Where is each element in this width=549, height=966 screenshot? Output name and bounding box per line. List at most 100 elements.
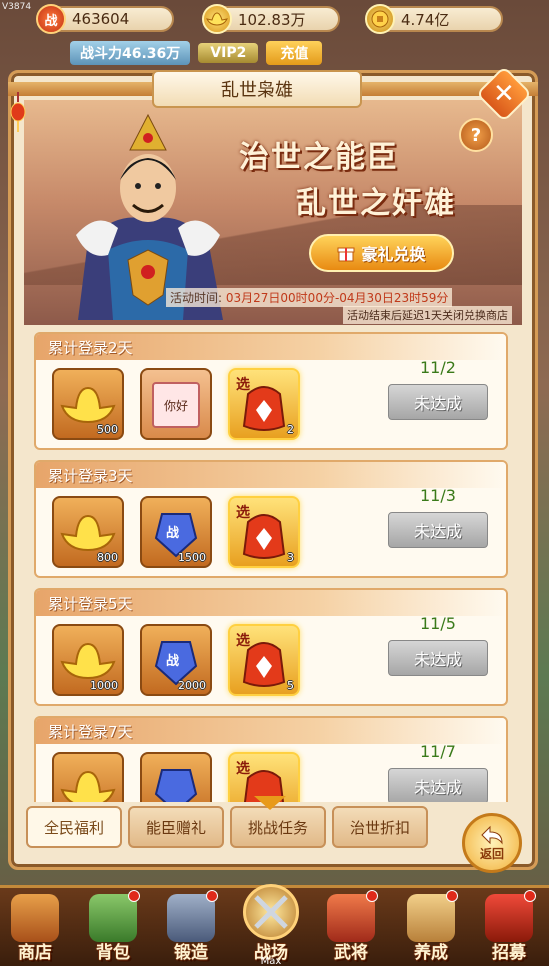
close-icon: ✕ xyxy=(493,78,515,109)
backpack-icon xyxy=(89,894,137,942)
event-time-label: 活动时间: xyxy=(170,291,223,305)
reward-progress: 11/3 xyxy=(420,486,456,505)
claim-button[interactable]: 未达成 xyxy=(388,768,488,802)
tab-minister-gift[interactable]: 能臣赠礼 xyxy=(128,806,224,848)
notification-dot xyxy=(128,890,140,902)
training-icon xyxy=(407,894,455,942)
reward-card-title: 累计登录3天 xyxy=(36,462,506,488)
vip-badge[interactable]: VIP2 xyxy=(198,43,259,63)
gift-exchange-button[interactable]: 豪礼兑换 xyxy=(309,234,454,272)
reward-progress: 11/2 xyxy=(420,358,456,377)
coin-resource[interactable]: 4.74亿 xyxy=(365,4,503,34)
battle-value: 463604 xyxy=(72,10,130,28)
claim-button[interactable]: 未达成 xyxy=(388,640,488,676)
coin-value: 4.74亿 xyxy=(401,10,450,29)
gift-icon xyxy=(337,247,355,262)
item-count: 1500 xyxy=(178,551,206,564)
nav-shop[interactable]: 商店 xyxy=(2,888,68,966)
item-count: 3 xyxy=(287,551,294,564)
selection-bag-icon[interactable]: 选 3 xyxy=(228,496,300,568)
greeting-card-icon[interactable]: 你好 xyxy=(140,368,212,440)
battle-token-icon[interactable] xyxy=(140,752,212,802)
greeting-card-text: 你好 xyxy=(152,382,200,428)
nav-generals[interactable]: 武将 xyxy=(318,888,384,966)
battle-token-label: 战 xyxy=(166,654,180,669)
battle-icon: 战 xyxy=(36,4,66,34)
ingot-value: 102.83万 xyxy=(238,10,306,29)
return-arrow-icon xyxy=(481,825,503,845)
notification-dot xyxy=(206,890,218,902)
event-time-value: 03月27日00时00分-04月30日23时59分 xyxy=(225,291,449,305)
tab-universal-welfare[interactable]: 全民福利 xyxy=(26,806,122,848)
top-status-bar: V3874 战 463604 102.83万 4.74亿 xyxy=(0,0,549,38)
selection-bag-label: 选 xyxy=(236,633,250,649)
scroll-down-arrow-icon xyxy=(254,796,286,810)
item-count: 5 xyxy=(287,679,294,692)
reward-card: 累计登录7天 选 11/7 未达成 xyxy=(34,716,508,802)
selection-bag-label: 选 xyxy=(236,505,250,521)
dialog-title: 乱世枭雄 xyxy=(152,70,362,108)
reward-card: 累计登录3天 800 战 1500 选 3 11/3 未达成 xyxy=(34,460,508,578)
reward-progress: 11/5 xyxy=(420,614,456,633)
reward-card: 累计登录2天 500 你好 选 2 11/2 未达成 xyxy=(34,332,508,450)
reward-list[interactable]: 累计登录2天 500 你好 选 2 11/2 未达成 累计登录3天 800 战 … xyxy=(34,332,508,802)
recruit-icon xyxy=(485,894,533,942)
nav-label: 养成 xyxy=(414,943,448,963)
tab-governance-discount[interactable]: 治世折扣 xyxy=(332,806,428,848)
slogan-line-1: 治世之能臣 xyxy=(239,140,399,175)
version-label: V3874 xyxy=(2,2,32,12)
crossed-swords-icon xyxy=(243,884,299,940)
nav-training[interactable]: 养成 xyxy=(398,888,464,966)
gift-exchange-label: 豪礼兑换 xyxy=(361,245,426,264)
forge-icon xyxy=(167,894,215,942)
selection-bag-label: 选 xyxy=(236,377,250,393)
lantern-icon xyxy=(10,92,26,132)
nav-label: 招募 xyxy=(492,943,526,963)
battle-resource[interactable]: 战 463604 xyxy=(36,4,174,34)
gold-ingot-icon xyxy=(202,4,232,34)
gold-ingot-icon[interactable]: 500 xyxy=(52,368,124,440)
selection-bag-icon[interactable]: 选 2 xyxy=(228,368,300,440)
reward-card-title: 累计登录2天 xyxy=(36,334,506,360)
combat-power: 战斗力46.36万 xyxy=(70,41,191,65)
ingot-resource[interactable]: 102.83万 xyxy=(202,4,340,34)
nav-label: 背包 xyxy=(96,943,130,963)
nav-recruit[interactable]: 招募 xyxy=(476,888,542,966)
nav-label: 锻造 xyxy=(174,943,208,963)
notification-dot xyxy=(446,890,458,902)
reward-card-title: 累计登录5天 xyxy=(36,590,506,616)
reward-progress: 11/7 xyxy=(420,742,456,761)
gold-ingot-icon[interactable]: 800 xyxy=(52,496,124,568)
event-tabs: 全民福利 能臣赠礼 挑战任务 治世折扣 xyxy=(26,806,518,852)
tab-challenge-tasks[interactable]: 挑战任务 xyxy=(230,806,326,848)
nav-label: 商店 xyxy=(18,943,52,963)
nav-label: 武将 xyxy=(334,943,368,963)
max-label: Max xyxy=(260,956,282,966)
item-count: 2000 xyxy=(178,679,206,692)
gold-ingot-icon[interactable]: 1000 xyxy=(52,624,124,696)
notification-dot xyxy=(366,890,378,902)
slogan-line-2: 乱世之奸雄 xyxy=(296,186,456,221)
general-icon xyxy=(327,894,375,942)
coin-icon xyxy=(365,4,395,34)
nav-backpack[interactable]: 背包 xyxy=(80,888,146,966)
claim-button[interactable]: 未达成 xyxy=(388,512,488,548)
help-button[interactable]: ? xyxy=(459,118,493,152)
item-count: 800 xyxy=(97,551,118,564)
claim-button[interactable]: 未达成 xyxy=(388,384,488,420)
recharge-button[interactable]: 充值 xyxy=(266,41,323,65)
gold-ingot-icon[interactable] xyxy=(52,752,124,802)
event-banner: 治世之能臣 乱世之奸雄 ? 豪礼兑换 活动时间: 03月27日00时00分-04… xyxy=(24,100,522,325)
battle-token-icon[interactable]: 战 1500 xyxy=(140,496,212,568)
reward-card: 累计登录5天 1000 战 2000 选 5 11/5 未达成 xyxy=(34,588,508,706)
selection-bag-icon[interactable]: 选 5 xyxy=(228,624,300,696)
nav-forge[interactable]: 锻造 xyxy=(158,888,224,966)
event-time: 活动时间: 03月27日00时00分-04月30日23时59分 xyxy=(166,288,453,307)
selection-bag-icon[interactable]: 选 xyxy=(228,752,300,802)
battle-token-icon[interactable]: 战 2000 xyxy=(140,624,212,696)
nav-battlefield[interactable]: 战场 Max xyxy=(238,884,304,966)
power-bar: 战斗力46.36万 VIP2 充值 xyxy=(70,40,323,66)
item-count: 1000 xyxy=(90,679,118,692)
back-label: 返回 xyxy=(479,846,504,861)
back-button[interactable]: 返回 xyxy=(462,813,522,873)
